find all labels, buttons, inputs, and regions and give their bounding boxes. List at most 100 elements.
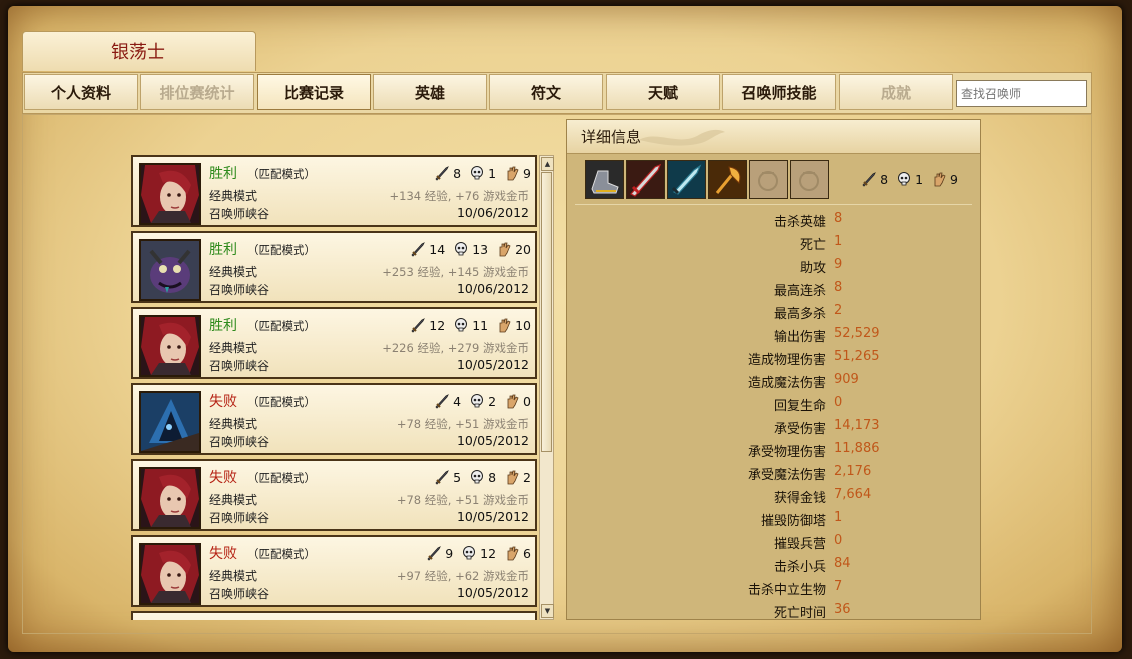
stat-value: 9 bbox=[834, 257, 843, 272]
boots-item-icon[interactable] bbox=[585, 160, 624, 199]
match-card-partial[interactable] bbox=[131, 611, 537, 620]
stat-value: 0 bbox=[834, 395, 843, 410]
match-card[interactable]: 失败 （匹配模式） 经典模式 召唤师峡谷 4 2 0 +78 经验, +51 游戏金币 10/0… bbox=[131, 383, 537, 455]
tab-5[interactable]: 符文 bbox=[489, 74, 603, 110]
match-card[interactable]: 失败 （匹配模式） 经典模式 召唤师峡谷 5 8 2 +78 经验, +51 游戏金币 10/0… bbox=[131, 459, 537, 531]
match-date: 10/06/2012 bbox=[456, 205, 529, 220]
match-queue: 经典模式 bbox=[209, 417, 258, 431]
axe-item-icon[interactable] bbox=[708, 160, 747, 199]
detail-assists: 9 bbox=[950, 171, 958, 187]
tab-label: 比赛记录 bbox=[283, 83, 344, 102]
stat-label: 承受伤害 bbox=[773, 422, 826, 437]
match-kills: 12 bbox=[429, 317, 446, 333]
match-map: 召唤师峡谷 bbox=[209, 283, 270, 297]
tab-2[interactable]: 排位赛统计 bbox=[140, 74, 254, 110]
match-kills: 4 bbox=[453, 393, 462, 409]
match-kda: 4 2 0 bbox=[426, 393, 531, 409]
match-kda: 9 12 6 bbox=[418, 545, 531, 561]
skull-icon bbox=[461, 545, 477, 561]
skull-icon bbox=[896, 171, 912, 187]
match-card[interactable]: 胜利 （匹配模式） 经典模式 召唤师峡谷 8 1 9 +134 经验, +76 游戏金币 10/… bbox=[131, 155, 537, 227]
match-mode: （匹配模式） bbox=[247, 167, 316, 181]
dagger-item-icon[interactable] bbox=[667, 160, 706, 199]
match-card[interactable]: 胜利 （匹配模式） 经典模式 召唤师峡谷 14 13 20 +253 经验, +145 游戏金… bbox=[131, 231, 537, 303]
match-mode: （匹配模式） bbox=[247, 547, 316, 561]
match-card[interactable]: 失败 （匹配模式） 经典模式 召唤师峡谷 9 12 6 +97 经验, +62 游戏金币 10/… bbox=[131, 535, 537, 607]
match-map: 召唤师峡谷 bbox=[209, 587, 270, 601]
stat-label: 击杀英雄 bbox=[773, 215, 826, 230]
hand-icon bbox=[931, 171, 947, 187]
hand-icon bbox=[504, 393, 520, 409]
smoke-decoration-icon bbox=[639, 129, 725, 146]
stat-label: 摧毁防御塔 bbox=[760, 514, 826, 529]
match-card[interactable]: 胜利 （匹配模式） 经典模式 召唤师峡谷 12 11 10 +226 经验, +279 游戏金… bbox=[131, 307, 537, 379]
stat-row: 输出伤害 52,529 bbox=[567, 326, 982, 346]
tab-7[interactable]: 召唤师技能 bbox=[722, 74, 836, 110]
sword-icon bbox=[434, 165, 450, 181]
tab-6[interactable]: 天赋 bbox=[606, 74, 720, 110]
empty-slot-item-icon[interactable] bbox=[790, 160, 829, 199]
tab-4[interactable]: 英雄 bbox=[373, 74, 487, 110]
stat-value: 51,265 bbox=[834, 349, 880, 364]
stat-label: 最高多杀 bbox=[773, 307, 826, 322]
stat-value: 2,176 bbox=[834, 464, 872, 479]
tab-label: 英雄 bbox=[414, 83, 445, 102]
match-reward: +97 经验, +62 游戏金币 bbox=[396, 569, 529, 583]
scrollbar-thumb[interactable] bbox=[541, 172, 552, 452]
match-deaths: 12 bbox=[480, 545, 497, 561]
match-assists: 0 bbox=[523, 393, 531, 409]
stat-label: 最高连杀 bbox=[773, 284, 826, 299]
match-list-scrollbar[interactable]: ▲ ▼ bbox=[539, 155, 554, 620]
stat-row: 摧毁兵营 0 bbox=[567, 533, 982, 553]
tab-3[interactable]: 比赛记录 bbox=[257, 74, 371, 110]
tab-label: 符文 bbox=[530, 83, 561, 102]
stat-value: 7 bbox=[834, 579, 843, 594]
match-reward: +253 经验, +145 游戏金币 bbox=[382, 265, 529, 279]
champion-portrait bbox=[139, 467, 201, 529]
search-summoner-input[interactable] bbox=[956, 80, 1087, 107]
stat-row: 最高连杀 8 bbox=[567, 280, 982, 300]
stat-row: 造成魔法伤害 909 bbox=[567, 372, 982, 392]
stat-row: 死亡 1 bbox=[567, 234, 982, 254]
stat-label: 承受魔法伤害 bbox=[747, 468, 826, 483]
stat-label: 死亡时间 bbox=[773, 606, 826, 621]
match-queue: 经典模式 bbox=[209, 493, 258, 507]
tab-1[interactable]: 个人资料 bbox=[24, 74, 138, 110]
summoner-name: 银荡士 bbox=[111, 42, 165, 63]
stat-row: 获得金钱 7,664 bbox=[567, 487, 982, 507]
match-map: 召唤师峡谷 bbox=[209, 359, 270, 373]
detail-divider bbox=[575, 204, 972, 205]
match-history-list: 胜利 （匹配模式） 经典模式 召唤师峡谷 8 1 9 +134 经验, +76 游戏金币 10/… bbox=[131, 155, 539, 620]
skull-icon bbox=[469, 393, 485, 409]
stat-value: 14,173 bbox=[834, 418, 880, 433]
item-build bbox=[585, 160, 831, 199]
match-queue: 经典模式 bbox=[209, 265, 258, 279]
tab-8[interactable]: 成就 bbox=[839, 74, 953, 110]
empty-slot-item-icon[interactable] bbox=[749, 160, 788, 199]
stat-label: 摧毁兵营 bbox=[773, 537, 826, 552]
match-map: 召唤师峡谷 bbox=[209, 435, 270, 449]
sword-item-icon[interactable] bbox=[626, 160, 665, 199]
hand-icon bbox=[504, 165, 520, 181]
sword-icon bbox=[434, 469, 450, 485]
hand-icon bbox=[504, 469, 520, 485]
match-assists: 20 bbox=[515, 241, 531, 257]
detail-header: 详细信息 bbox=[567, 120, 980, 154]
stat-row: 击杀小兵 84 bbox=[567, 556, 982, 576]
scroll-up-arrow-icon[interactable]: ▲ bbox=[541, 157, 554, 171]
skull-icon bbox=[453, 241, 469, 257]
stat-value: 7,664 bbox=[834, 487, 872, 502]
stat-label: 造成物理伤害 bbox=[747, 353, 826, 368]
match-mode: （匹配模式） bbox=[247, 243, 316, 257]
match-date: 10/06/2012 bbox=[456, 281, 529, 296]
match-date: 10/05/2012 bbox=[456, 357, 529, 372]
stat-row: 摧毁防御塔 1 bbox=[567, 510, 982, 530]
stat-label: 死亡 bbox=[799, 238, 826, 253]
match-result: 失败 bbox=[209, 546, 237, 562]
champion-portrait bbox=[139, 543, 201, 605]
match-result: 失败 bbox=[209, 470, 237, 486]
match-reward: +134 经验, +76 游戏金币 bbox=[389, 189, 529, 203]
scroll-down-arrow-icon[interactable]: ▼ bbox=[541, 604, 554, 618]
stat-label: 获得金钱 bbox=[773, 491, 826, 506]
match-deaths: 11 bbox=[472, 317, 489, 333]
